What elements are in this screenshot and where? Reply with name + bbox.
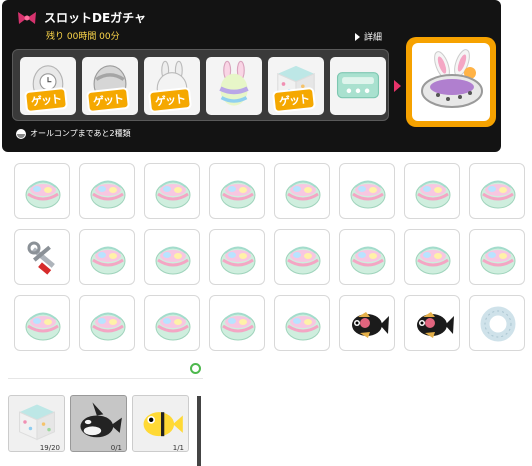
bunny-nest-icon: [421, 49, 483, 108]
inventory-count: 19/20: [39, 444, 60, 452]
slot-gacha-panel: スロットDEガチャ 残り 00時間 00分 詳細 ゲット ゲット ゲット ゲット オー…: [2, 0, 501, 152]
play-triangle-icon: [355, 32, 360, 41]
capsule-icon: [16, 128, 26, 139]
inventory-item-orca-plush[interactable]: 0/1: [70, 395, 127, 452]
clownfish-plush-icon: [143, 412, 183, 437]
easter-basket-icon: [285, 312, 321, 341]
easter-basket-icon: [155, 180, 191, 209]
easter-basket-icon: [90, 312, 126, 341]
easter-basket-icon: [415, 246, 451, 275]
easter-basket-icon: [90, 246, 126, 275]
easter-basket-icon: [25, 312, 61, 341]
slot-egg-clock[interactable]: ゲット: [20, 57, 76, 115]
easter-basket-icon: [350, 180, 386, 209]
inventory-count: 0/1: [110, 444, 122, 452]
grid-cell-black-fish[interactable]: [339, 295, 395, 351]
refresh-icon[interactable]: [190, 363, 201, 374]
arrow-right-icon: [394, 80, 401, 92]
complete-status: オールコンプまであと2種類: [16, 128, 131, 139]
black-fish-icon: [352, 312, 389, 338]
grid-cell-easter-basket[interactable]: [14, 163, 70, 219]
easter-basket-icon: [285, 246, 321, 275]
grid-cell-easter-basket[interactable]: [14, 295, 70, 351]
grid-cell-easter-basket[interactable]: [274, 295, 330, 351]
ribbon-icon: [18, 12, 36, 24]
orca-plush-icon: [80, 402, 122, 438]
easter-basket-icon: [90, 180, 126, 209]
inventory-item-polka-cube[interactable]: 19/20: [8, 395, 65, 452]
grid-cell-easter-basket[interactable]: [469, 163, 525, 219]
divider: [8, 378, 203, 379]
grid-cell-easter-basket[interactable]: [144, 163, 200, 219]
inventory-item-clownfish-plush[interactable]: 1/1: [132, 395, 189, 452]
time-remaining: 残り 00時間 00分: [46, 32, 120, 42]
slot-polka-cube[interactable]: ゲット: [268, 57, 324, 115]
easter-basket-icon: [480, 246, 516, 275]
easter-basket-icon: [415, 180, 451, 209]
slot-egg-silver[interactable]: ゲット: [82, 57, 138, 115]
easter-basket-icon: [480, 180, 516, 209]
grid-cell-easter-basket[interactable]: [144, 295, 200, 351]
donut-ring-icon: [480, 306, 516, 342]
easter-basket-icon: [220, 180, 256, 209]
bunny-egg-pastel-icon: [219, 60, 249, 106]
grand-prize-frame[interactable]: [406, 37, 496, 127]
grid-cell-easter-basket[interactable]: [79, 295, 135, 351]
grid-cell-easter-basket[interactable]: [404, 163, 460, 219]
grid-cell-easter-basket[interactable]: [469, 229, 525, 285]
mint-box-icon: [336, 72, 380, 99]
grid-cell-easter-basket[interactable]: [79, 163, 135, 219]
get-badge: ゲット: [271, 86, 317, 114]
grid-cell-easter-basket[interactable]: [404, 229, 460, 285]
complete-text: オールコンプまであと2種類: [30, 129, 131, 138]
get-badge: ゲット: [147, 86, 193, 114]
get-badge: ゲット: [85, 86, 131, 114]
grid-cell-easter-basket[interactable]: [274, 163, 330, 219]
grid-cell-easter-basket[interactable]: [209, 163, 265, 219]
easter-basket-icon: [285, 180, 321, 209]
easter-basket-icon: [220, 312, 256, 341]
inventory-count: 1/1: [172, 444, 184, 452]
grid-cell-easter-basket[interactable]: [209, 229, 265, 285]
black-fish-icon: [417, 312, 454, 338]
grid-cell-easter-basket[interactable]: [144, 229, 200, 285]
easter-basket-icon: [155, 246, 191, 275]
easter-basket-icon: [25, 180, 61, 209]
slot-mint-box[interactable]: [330, 57, 386, 115]
get-badge: ゲット: [23, 86, 69, 114]
easter-basket-icon: [350, 246, 386, 275]
scrollbar[interactable]: [197, 396, 201, 466]
grid-cell-easter-basket[interactable]: [339, 229, 395, 285]
grid-cell-wrench-tool[interactable]: [14, 229, 70, 285]
slot-bunny-egg-pastel[interactable]: [206, 57, 262, 115]
slot-bunny-egg-white[interactable]: ゲット: [144, 57, 200, 115]
grid-cell-donut-ring[interactable]: [469, 295, 525, 351]
grid-cell-easter-basket[interactable]: [209, 295, 265, 351]
polka-cube-icon: [19, 404, 55, 441]
grid-cell-black-fish[interactable]: [404, 295, 460, 351]
panel-title: スロットDEガチャ: [44, 11, 147, 25]
slot-reel: ゲット ゲット ゲット ゲット: [12, 49, 389, 121]
wrench-tool-icon: [27, 241, 55, 275]
easter-basket-icon: [155, 312, 191, 341]
grid-cell-easter-basket[interactable]: [274, 229, 330, 285]
grid-cell-easter-basket[interactable]: [339, 163, 395, 219]
grand-prize-item: [412, 43, 490, 121]
details-label: 詳細: [364, 33, 383, 43]
grid-cell-easter-basket[interactable]: [79, 229, 135, 285]
easter-basket-icon: [220, 246, 256, 275]
details-link[interactable]: 詳細: [355, 30, 382, 43]
